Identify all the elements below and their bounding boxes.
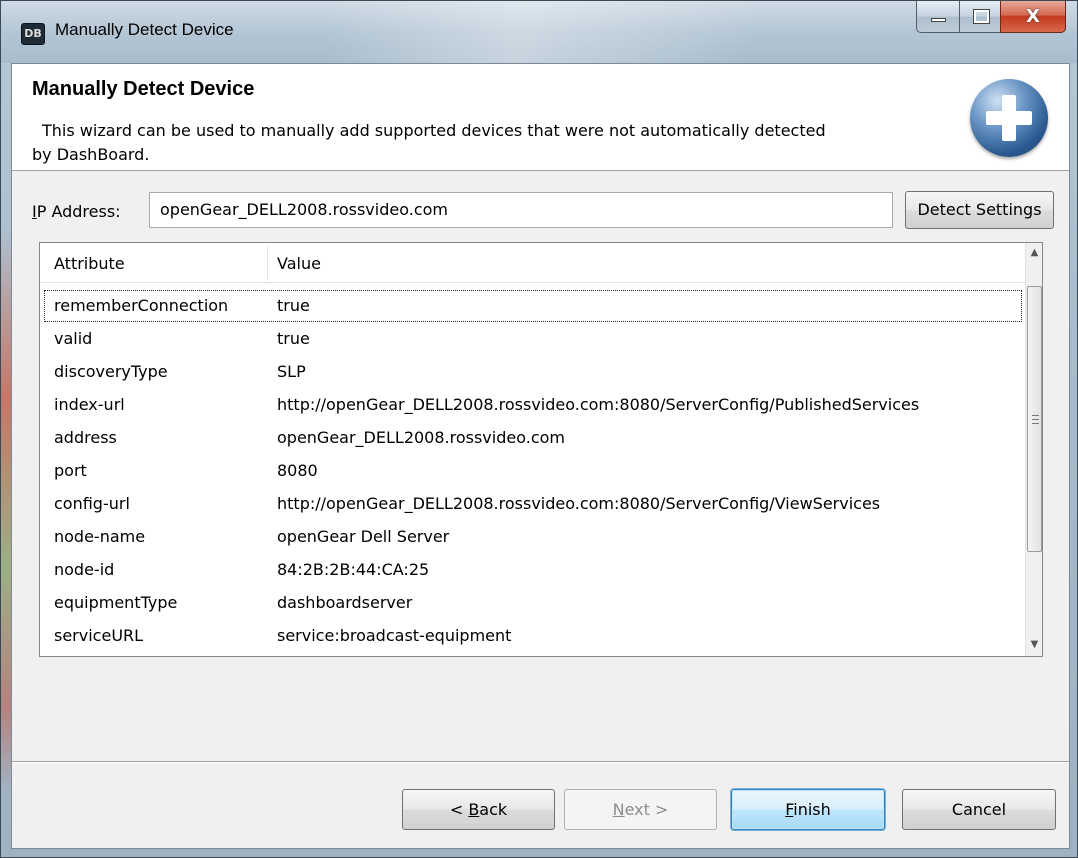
close-icon: X	[1026, 6, 1040, 27]
column-header-value[interactable]: Value	[277, 243, 321, 283]
next-button: Next >	[564, 789, 717, 830]
table-row[interactable]: discoveryType SLP	[40, 356, 1025, 388]
cell-attribute: config-url	[54, 494, 130, 513]
add-icon	[970, 79, 1048, 157]
close-button[interactable]: X	[1000, 1, 1066, 33]
table-row[interactable]: serviceURL service:broadcast-equipment	[40, 620, 1025, 652]
cell-value: dashboardserver	[277, 593, 413, 612]
scroll-up-arrow-icon[interactable]: ▲	[1026, 247, 1042, 264]
cell-value: openGear Dell Server	[277, 527, 450, 546]
ip-address-input[interactable]: openGear_DELL2008.rossvideo.com	[149, 192, 893, 228]
app-icon: DB	[21, 23, 45, 45]
maximize-button[interactable]	[959, 1, 1001, 33]
grip-icon	[1032, 415, 1039, 424]
scroll-down-arrow-icon[interactable]: ▼	[1026, 639, 1042, 656]
wizard-title: Manually Detect Device	[32, 78, 255, 100]
table-row[interactable]: address openGear_DELL2008.rossvideo.com	[40, 422, 1025, 454]
cell-attribute: node-name	[54, 527, 146, 546]
title-bar[interactable]: DB Manually Detect Device X	[1, 1, 1077, 63]
cell-attribute: serviceURL	[54, 626, 144, 645]
wizard-header: Manually Detect Device This wizard can b…	[12, 64, 1069, 171]
table-row[interactable]: valid true	[40, 323, 1025, 355]
back-button[interactable]: < Back	[402, 789, 555, 830]
cell-attribute: discoveryType	[54, 362, 168, 381]
table-header: Attribute Value	[40, 243, 1025, 283]
table-row[interactable]: port 8080	[40, 455, 1025, 487]
cell-value: http://openGear_DELL2008.rossvideo.com:8…	[277, 395, 920, 414]
finish-button[interactable]: Finish	[731, 789, 885, 830]
maximize-icon	[973, 9, 990, 24]
dialog-client-area: Manually Detect Device This wizard can b…	[11, 63, 1070, 849]
cell-value: SLP	[277, 362, 306, 381]
cell-value: true	[277, 296, 310, 315]
ip-address-label: IP Address:	[32, 202, 121, 221]
column-header-attribute[interactable]: Attribute	[54, 243, 125, 283]
cell-attribute: port	[54, 461, 87, 480]
cancel-button[interactable]: Cancel	[902, 789, 1056, 830]
table-row[interactable]: rememberConnection true	[44, 290, 1022, 322]
cell-attribute: rememberConnection	[54, 296, 229, 315]
minimize-button[interactable]	[916, 1, 960, 33]
window-title: Manually Detect Device	[55, 20, 234, 39]
cell-value: true	[277, 329, 310, 348]
table-row[interactable]: equipmentType dashboardserver	[40, 587, 1025, 619]
cell-value: openGear_DELL2008.rossvideo.com	[277, 428, 565, 447]
table-row[interactable]: config-url http://openGear_DELL2008.ross…	[40, 488, 1025, 520]
cell-attribute: index-url	[54, 395, 125, 414]
minimize-icon	[931, 18, 946, 22]
cell-value: service:broadcast-equipment	[277, 626, 512, 645]
table-row[interactable]: node-name openGear Dell Server	[40, 521, 1025, 553]
background-edge	[1, 231, 11, 791]
vertical-scrollbar[interactable]: ▲ ▼	[1025, 243, 1042, 656]
cell-value: http://openGear_DELL2008.rossvideo.com:8…	[277, 494, 881, 513]
table-row[interactable]: node-id 84:2B:2B:44:CA:25	[40, 554, 1025, 586]
title-bar-glare	[331, 1, 751, 63]
footer-divider	[12, 761, 1069, 763]
column-divider[interactable]	[267, 245, 268, 281]
detect-settings-button[interactable]: Detect Settings	[905, 191, 1054, 229]
attributes-table[interactable]: Attribute Value rememberConnection true …	[39, 242, 1043, 657]
cell-value: 8080	[277, 461, 318, 480]
wizard-description: This wizard can be used to manually add …	[32, 119, 952, 167]
table-row[interactable]: index-url http://openGear_DELL2008.rossv…	[40, 389, 1025, 421]
cell-attribute: equipmentType	[54, 593, 178, 612]
cell-attribute: node-id	[54, 560, 115, 579]
scrollbar-thumb[interactable]	[1027, 286, 1042, 552]
cell-value: 84:2B:2B:44:CA:25	[277, 560, 430, 579]
wizard-description-line1: This wizard can be used to manually add …	[42, 121, 826, 140]
dialog-window: DB Manually Detect Device X Manually Det…	[0, 0, 1078, 858]
cell-attribute: valid	[54, 329, 93, 348]
cell-attribute: address	[54, 428, 117, 447]
wizard-description-line2: by DashBoard.	[32, 145, 150, 164]
